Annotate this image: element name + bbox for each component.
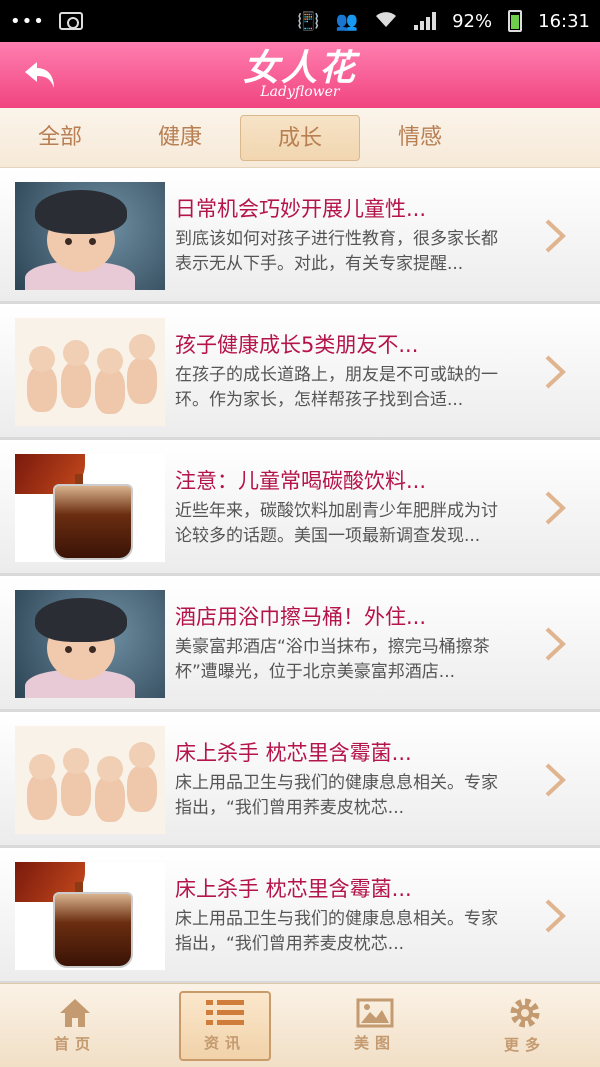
- contacts-icon: 👥: [335, 10, 359, 32]
- nav-more[interactable]: 更多: [450, 984, 600, 1067]
- article-summary: 床上用品卫生与我们的健康息息相关。专家指出，“我们曾用荞麦皮枕芯...: [175, 908, 498, 954]
- back-button[interactable]: [18, 53, 62, 97]
- list-item[interactable]: 酒店用浴巾擦马桶！外住... 美豪富邦酒店“浴巾当抹布，擦完马桶擦茶杯”遭曝光，…: [0, 576, 600, 712]
- status-bar: ••• 📳 👥 92% 16:31: [0, 0, 600, 42]
- list-item[interactable]: 床上杀手 枕芯里含霉菌... 床上用品卫生与我们的健康息息相关。专家指出，“我们…: [0, 712, 600, 848]
- clock: 16:31: [538, 10, 590, 32]
- babies-group-thumbnail: [15, 725, 165, 834]
- tab-emotion[interactable]: 情感: [360, 115, 480, 161]
- list-icon: [206, 1000, 244, 1025]
- list-item[interactable]: 注意：儿童常喝碳酸饮料... 近些年来，碳酸饮料加剧青少年肥胖成为讨论较多的话题…: [0, 440, 600, 576]
- logo-text: 女人花: [242, 47, 357, 89]
- chevron-right-icon: [545, 491, 566, 524]
- list-item[interactable]: 床上杀手 枕芯里含霉菌... 床上用品卫生与我们的健康息息相关。专家指出，“我们…: [0, 848, 600, 983]
- screenshot-icon: [58, 12, 83, 30]
- vibrate-icon: 📳: [297, 10, 320, 32]
- category-tabs: 全部 健康 成长 情感: [0, 108, 600, 168]
- article-title: 日常机会巧妙开展儿童性...: [175, 196, 427, 221]
- app-header: 女人花 Ladyflower: [0, 42, 600, 108]
- baby-portrait-thumbnail: [15, 589, 165, 698]
- nav-pictures[interactable]: 美图: [300, 984, 450, 1067]
- article-summary: 床上用品卫生与我们的健康息息相关。专家指出，“我们曾用荞麦皮枕芯...: [175, 772, 498, 818]
- chevron-right-icon: [545, 899, 566, 932]
- app-logo: 女人花 Ladyflower: [243, 50, 357, 100]
- signal-icon: [414, 12, 437, 30]
- article-title: 床上杀手 枕芯里含霉菌...: [175, 740, 412, 765]
- article-summary: 到底该如何对孩子进行性教育，很多家长都表示无从下手。对此，有关专家提醒...: [175, 228, 498, 274]
- logo-subtext: Ladyflower: [260, 84, 340, 100]
- picture-icon: [356, 998, 394, 1028]
- list-item[interactable]: 孩子健康成长5类朋友不... 在孩子的成长道路上，朋友是不可或缺的一环。作为家长…: [0, 304, 600, 440]
- nav-more-label: 更多: [503, 1036, 546, 1054]
- back-arrow-icon: [25, 62, 54, 88]
- tab-all[interactable]: 全部: [0, 115, 120, 161]
- wifi-icon: [374, 10, 398, 33]
- chevron-right-icon: [545, 219, 566, 252]
- nav-news-label: 资讯: [203, 1034, 246, 1052]
- more-dots-icon: •••: [10, 10, 45, 32]
- chevron-right-icon: [545, 355, 566, 388]
- article-title: 孩子健康成长5类朋友不...: [175, 332, 419, 357]
- cola-glass-thumbnail: [15, 861, 165, 970]
- baby-portrait-thumbnail: [15, 181, 165, 290]
- article-title: 酒店用浴巾擦马桶！外住...: [175, 604, 427, 629]
- tab-health[interactable]: 健康: [120, 115, 240, 161]
- article-summary: 美豪富邦酒店“浴巾当抹布，擦完马桶擦茶杯”遭曝光，位于北京美豪富邦酒店...: [175, 636, 490, 682]
- battery-percent: 92%: [452, 10, 493, 32]
- nav-pictures-label: 美图: [353, 1034, 396, 1052]
- battery-icon: [508, 10, 523, 32]
- article-title: 注意：儿童常喝碳酸饮料...: [175, 468, 427, 493]
- bottom-nav: 首页 资讯 美图 更多: [0, 983, 600, 1067]
- home-icon: [60, 999, 90, 1027]
- gear-icon: [510, 998, 540, 1028]
- chevron-right-icon: [545, 763, 566, 796]
- article-title: 床上杀手 枕芯里含霉菌...: [175, 876, 412, 901]
- nav-home-label: 首页: [53, 1035, 96, 1053]
- article-list: 日常机会巧妙开展儿童性... 到底该如何对孩子进行性教育，很多家长都表示无从下手…: [0, 168, 600, 983]
- tab-growth[interactable]: 成长: [240, 114, 360, 161]
- cola-glass-thumbnail: [15, 453, 165, 562]
- nav-news[interactable]: 资讯: [150, 984, 300, 1067]
- chevron-right-icon: [545, 627, 566, 660]
- babies-group-thumbnail: [15, 317, 165, 426]
- list-item[interactable]: 日常机会巧妙开展儿童性... 到底该如何对孩子进行性教育，很多家长都表示无从下手…: [0, 168, 600, 304]
- nav-home[interactable]: 首页: [0, 984, 150, 1067]
- article-summary: 在孩子的成长道路上，朋友是不可或缺的一环。作为家长，怎样帮孩子找到合适...: [175, 364, 498, 410]
- article-summary: 近些年来，碳酸饮料加剧青少年肥胖成为讨论较多的话题。美国一项最新调查发现...: [175, 500, 498, 546]
